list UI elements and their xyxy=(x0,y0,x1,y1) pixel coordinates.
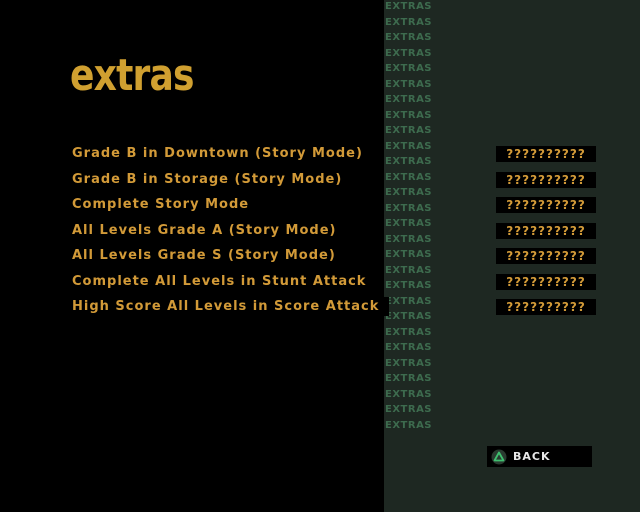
back-label: BACK xyxy=(513,450,551,463)
extras-requirement: Grade B in Storage (Story Mode) xyxy=(66,169,353,189)
watermark-text: EXTRAS xyxy=(385,388,433,400)
watermark-text: EXTRAS xyxy=(385,342,433,353)
extras-row[interactable]: Complete All Levels in Stunt Attack ????… xyxy=(0,270,640,296)
watermark-text: EXTRAS xyxy=(385,419,433,431)
watermark-text: EXTRAS xyxy=(385,16,433,28)
extras-requirement: Grade B in Downtown (Story Mode) xyxy=(66,144,373,163)
extras-reward-locked: ?????????? xyxy=(496,171,596,188)
watermark-text: EXTRAS xyxy=(385,47,433,59)
page-title: extras xyxy=(70,50,195,101)
extras-row[interactable]: All Levels Grade S (Story Mode) ????????… xyxy=(0,244,640,270)
watermark-text: EXTRAS xyxy=(385,1,433,12)
watermark-text: EXTRAS xyxy=(385,326,433,338)
triangle-button-icon xyxy=(491,449,507,464)
extras-requirement: Complete Story Mode xyxy=(66,195,260,214)
extras-row[interactable]: All Levels Grade A (Story Mode) ????????… xyxy=(0,219,640,245)
extras-row[interactable]: Grade B in Downtown (Story Mode) ???????… xyxy=(0,142,640,168)
watermark-text: EXTRAS xyxy=(385,63,433,74)
watermark-text: EXTRAS xyxy=(385,94,433,105)
extras-requirement: Complete All Levels in Stunt Attack xyxy=(66,271,377,291)
watermark-text: EXTRAS xyxy=(385,109,433,121)
extras-row[interactable]: Complete Story Mode ?????????? xyxy=(0,193,640,219)
watermark-text: EXTRAS xyxy=(385,373,433,384)
watermark-text: EXTRAS xyxy=(385,404,433,415)
extras-requirement: All Levels Grade S (Story Mode) xyxy=(66,246,346,265)
back-button[interactable]: BACK xyxy=(487,446,592,467)
extras-reward-locked: ?????????? xyxy=(496,248,596,264)
extras-row[interactable]: High Score All Levels in Score Attack ??… xyxy=(0,295,640,321)
watermark-text: EXTRAS xyxy=(385,32,433,43)
extras-reward-locked: ?????????? xyxy=(496,222,596,239)
watermark-text: EXTRAS xyxy=(385,125,433,136)
extras-row[interactable]: Grade B in Storage (Story Mode) ????????… xyxy=(0,168,640,194)
watermark-text: EXTRAS xyxy=(385,357,433,369)
extras-screen: EXTRAS EXTRAS EXTRAS EXTRAS EXTRAS EXTRAS EXTR… xyxy=(0,0,640,512)
extras-requirement: High Score All Levels in Score Attack xyxy=(66,297,390,316)
extras-reward-locked: ?????????? xyxy=(496,273,596,290)
extras-reward-locked: ?????????? xyxy=(496,146,596,162)
extras-requirement: All Levels Grade A (Story Mode) xyxy=(66,220,347,240)
extras-list: Grade B in Downtown (Story Mode) ???????… xyxy=(0,142,640,321)
watermark-text: EXTRAS xyxy=(385,78,433,90)
extras-reward-locked: ?????????? xyxy=(496,197,596,213)
extras-reward-locked: ?????????? xyxy=(496,299,596,315)
